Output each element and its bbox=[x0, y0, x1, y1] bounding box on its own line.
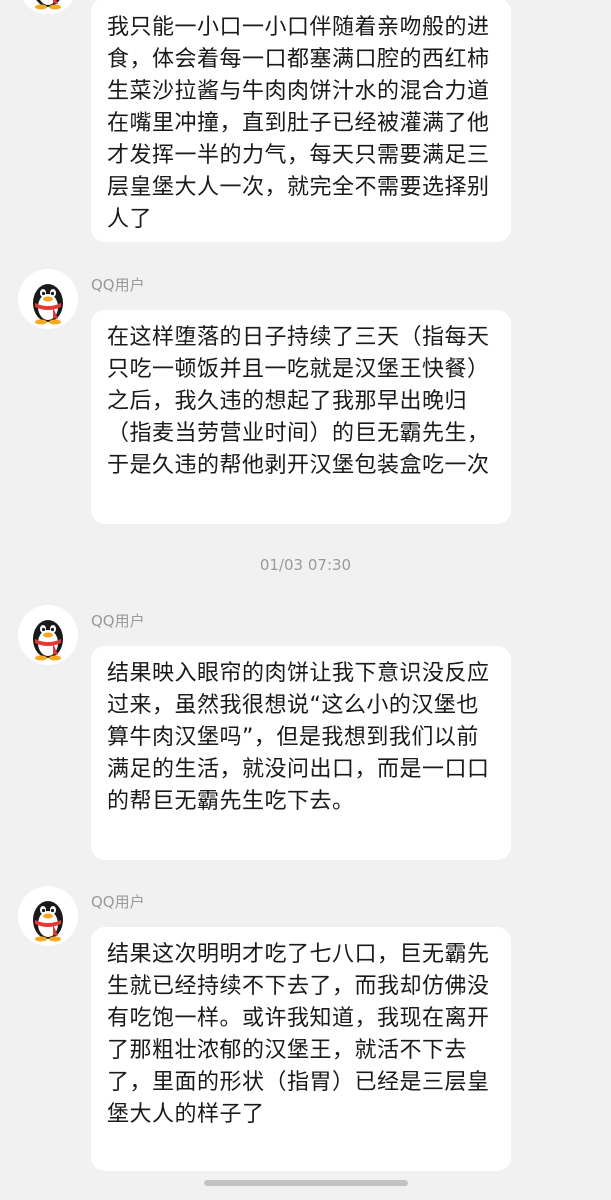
chat-area: 我只能一小口一小口伴随着亲吻般的进食，体会着每一口都塞满口腔的西红柿生菜沙拉酱与… bbox=[0, 0, 611, 1200]
home-indicator[interactable] bbox=[204, 1180, 408, 1186]
message-bubble[interactable]: 结果映入眼帘的肉饼让我下意识没反应过来，虽然我很想说“这么小的汉堡也算牛肉汉堡吗… bbox=[91, 646, 511, 860]
message-text: 在这样堕落的日子持续了三天（指每天只吃一顿饭并且一吃就是汉堡王快餐）之后，我久违… bbox=[107, 325, 490, 478]
message-bubble[interactable]: 结果这次明明才吃了七八口，巨无霸先生就已经持续不下去了，而我却仿佛没有吃饱一样。… bbox=[91, 927, 511, 1171]
avatar[interactable] bbox=[18, 0, 78, 14]
message-bubble[interactable]: 在这样堕落的日子持续了三天（指每天只吃一顿饭并且一吃就是汉堡王快餐）之后，我久违… bbox=[91, 310, 511, 524]
timestamp: 01/03 07:30 bbox=[259, 556, 352, 574]
sender-name: QQ用户 bbox=[91, 893, 145, 911]
qq-penguin-icon bbox=[33, 284, 63, 325]
message-bubble[interactable]: 我只能一小口一小口伴随着亲吻般的进食，体会着每一口都塞满口腔的西红柿生菜沙拉酱与… bbox=[91, 0, 511, 242]
qq-penguin-icon bbox=[35, 0, 61, 10]
qq-penguin-icon bbox=[33, 901, 63, 942]
avatar[interactable] bbox=[18, 886, 78, 946]
message-text: 结果映入眼帘的肉饼让我下意识没反应过来，虽然我很想说“这么小的汉堡也算牛肉汉堡吗… bbox=[107, 661, 490, 814]
message-text: 结果这次明明才吃了七八口，巨无霸先生就已经持续不下去了，而我却仿佛没有吃饱一样。… bbox=[107, 942, 490, 1127]
message-text: 我只能一小口一小口伴随着亲吻般的进食，体会着每一口都塞满口腔的西红柿生菜沙拉酱与… bbox=[107, 15, 490, 232]
sender-name: QQ用户 bbox=[91, 612, 145, 630]
qq-penguin-icon bbox=[33, 620, 63, 661]
avatar[interactable] bbox=[18, 605, 78, 665]
avatar[interactable] bbox=[18, 269, 78, 329]
sender-name: QQ用户 bbox=[91, 276, 145, 294]
